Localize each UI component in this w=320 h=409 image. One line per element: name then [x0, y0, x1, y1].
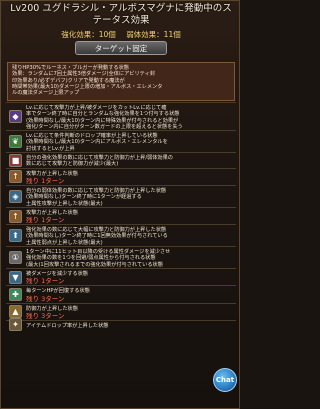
effect-list[interactable]: ◆ Lv.に応じて攻撃力が上昇/被ダメージをカットLv.に応じて確 率でターン終了時…	[6, 102, 236, 332]
effect-description: Lv.に応じて攻撃力が上昇/被ダメージをカットLv.に応じて確 率でターン終了時に…	[26, 103, 236, 130]
remaining-turns: 残り 1ターン	[26, 216, 65, 225]
effect-row: ⬆ 強化効果の数に応じて大幅に攻撃力と防御力が上昇した状態 (効果時間なし)ターン終…	[6, 224, 236, 246]
effect-description: 自分の弱体効果の数に応じて攻撃力と防御力が上昇した状態 (効果時間なし)ターン終了…	[26, 186, 236, 207]
turn-icon: ①	[9, 250, 22, 264]
remaining-turns: 残り 3ターン	[26, 311, 65, 320]
effect-row: ▲ 防御力が上昇した状態 残り 3ターン	[6, 302, 236, 320]
status-effect-panel: Lv200 ユグドラシル・アルボスマグナに発動中のステータス効果 強化効果：10…	[0, 0, 240, 409]
leaf-icon: ❦	[9, 135, 22, 149]
effect-row: ✚ 毎ターンHPが回復する状態 残り 3ターン	[6, 285, 236, 303]
target-fix-button[interactable]: ターゲット固定	[75, 41, 167, 55]
effect-description: 1ターン中に11ヒット目以降の受ける属性ダメージを減少させ 強化効果の数を1つを回…	[26, 247, 236, 268]
effect-line: アイテムドロップ率が上昇した状態	[26, 322, 109, 329]
panel-title: Lv200 ユグドラシル・アルボスマグナに発動中のステータス効果	[10, 3, 232, 26]
enhance-count: 強化効果：10個	[61, 30, 116, 39]
shield-icon: ◈	[9, 189, 22, 203]
heal-icon: ✚	[9, 287, 22, 301]
effect-description: 攻撃力が上昇した状態 残り 1ターン	[26, 208, 236, 224]
debuff-count: 弱体効果：11個	[126, 30, 181, 39]
remaining-turns: 残り 3ターン	[26, 294, 65, 303]
effect-description: Lv.に応じて条件判断のドロップ確率が上昇している状態 (効果時間なし/最大10)…	[26, 131, 236, 152]
effect-row: ❦ Lv.に応じて条件判断のドロップ確率が上昇している状態 (効果時間なし/最大10…	[6, 130, 236, 152]
remaining-turns: 残り 1ターン	[26, 176, 65, 185]
effect-description: 被ダメージを減少する状態 残り 1ターン	[26, 269, 236, 285]
shield-up-icon: ⬆	[9, 229, 22, 243]
effect-description: 自分の強化効果の数に応じて攻撃力と防御力が上昇/弱体効果の 数に応じて攻撃力と防御…	[26, 153, 236, 168]
special-effect-box: 残りHP30%でルーネス・ブルガーが発動する状態 効果：ランダムに7回土属性3倍…	[7, 62, 235, 101]
crystal-icon: ◆	[9, 110, 22, 124]
sword-up-icon: ↑	[9, 209, 22, 223]
chat-button[interactable]: Chat	[213, 368, 237, 392]
special-effect-line: ルの魔法ダメージ上限アップ	[12, 90, 80, 97]
lock-icon: ■	[9, 153, 22, 167]
effect-row: ◆ Lv.に応じて攻撃力が上昇/被ダメージをカットLv.に応じて確 率でターン終了時…	[6, 102, 236, 130]
effect-description: 毎ターンHPが回復する状態 残り 3ターン	[26, 286, 236, 302]
effect-row: ① 1ターン中に11ヒット目以降の受ける属性ダメージを減少させ 強化効果の数を1つを…	[6, 246, 236, 268]
item-icon: ✦	[9, 318, 22, 332]
defense-up-icon: ▲	[9, 305, 22, 319]
effect-row: ■ 自分の強化効果の数に応じて攻撃力と防御力が上昇/弱体効果の 数に応じて攻撃力と防…	[6, 152, 236, 168]
effect-row: ◈ 自分の弱体効果の数に応じて攻撃力と防御力が上昇した状態 (効果時間なし)ターン終…	[6, 184, 236, 207]
effect-description: 強化効果の数に応じて大幅に攻撃力と防御力が上昇した状態 (効果時間なし)ターン終了…	[26, 225, 236, 246]
remaining-turns: 残り 1ターン	[26, 277, 65, 286]
effect-row: ▼ 被ダメージを減少する状態 残り 1ターン	[6, 267, 236, 285]
effect-counts: 強化効果：10個 弱体効果：11個	[1, 29, 241, 40]
effect-description: 防御力が上昇した状態 残り 3ターン	[26, 304, 236, 320]
effect-row: ✦ アイテムドロップ率が上昇した状態	[6, 318, 236, 332]
effect-row: ↑ 攻撃力が上昇した状態 残り 1ターン	[6, 167, 236, 185]
sword-up-icon: ↑	[9, 170, 22, 184]
effect-description: 攻撃力が上昇した状態 残り 1ターン	[26, 169, 236, 185]
effect-description: アイテムドロップ率が上昇した状態	[26, 321, 236, 329]
effect-row: ↑ 攻撃力が上昇した状態 残り 1ターン	[6, 206, 236, 224]
shield-cut-icon: ▼	[9, 270, 22, 284]
